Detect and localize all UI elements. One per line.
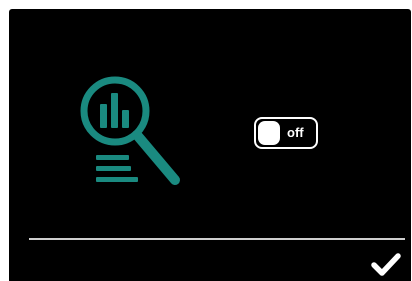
toggle-knob: [258, 121, 280, 145]
confirm-button[interactable]: [369, 252, 403, 278]
footer-divider: [29, 238, 405, 240]
checkmark-icon: [371, 253, 401, 276]
toggle-state-label: off: [287, 125, 304, 140]
settings-screen: off: [9, 9, 411, 281]
off-toggle-switch[interactable]: off: [254, 117, 318, 149]
analytics-search-icon: [80, 76, 180, 185]
